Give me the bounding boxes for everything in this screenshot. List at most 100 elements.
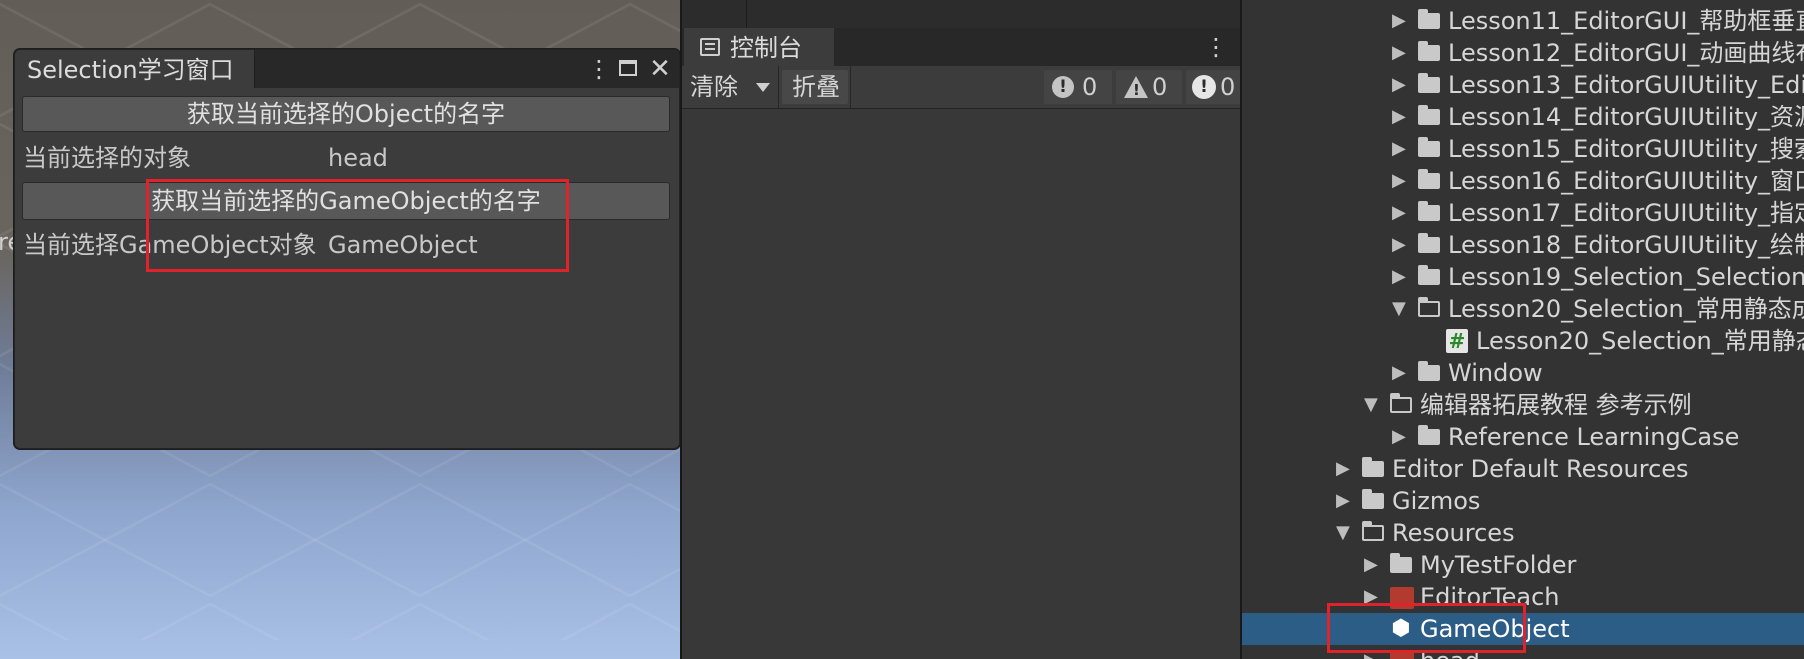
project-tree-item-label: Lesson20_Selection_常用静态成员 [1476,327,1804,355]
project-tree-item[interactable]: ▶ MyTestFolder [1242,549,1804,581]
maximize-icon[interactable] [619,60,637,76]
project-tree-item[interactable]: ▼ 编辑器拓展教程 参考示例 [1242,389,1804,421]
project-tree-item[interactable]: ▶ Lesson16_EditorGUIUtility_窗口事件传 [1242,165,1804,197]
project-tree-item[interactable]: ▶ head [1242,645,1804,659]
collapse-button[interactable]: 折叠 [792,66,840,108]
console-icon [700,38,720,56]
project-tree-item-label: head [1420,645,1480,659]
project-tree-item-label: Resources [1392,519,1515,547]
project-tree-item-label: Lesson14_EditorGUIUtility_资源加载 [1448,103,1804,131]
project-tree-item-label: Lesson12_EditorGUI_动画曲线布局 [1448,39,1804,67]
project-tree-item[interactable]: ▶ Lesson13_EditorGUIUtility_EditorGU [1242,69,1804,101]
project-tree-item-label: Lesson17_EditorGUIUtility_指定区域使 [1448,199,1804,227]
folder-icon [1418,233,1440,253]
folder-icon [1418,41,1440,61]
console-tab-label: 控制台 [730,34,802,62]
window-title: Selection学习窗口 [27,56,234,84]
project-tree-item[interactable]: ⬢ GameObject [1242,613,1804,645]
clear-button[interactable]: 清除 [690,66,738,108]
folder-icon [1418,425,1440,445]
window-titlebar[interactable]: Selection学习窗口 ⋮ ✕ [15,50,679,88]
folder-icon [1418,9,1440,29]
divider [850,66,851,108]
folder-icon [1362,489,1384,509]
kebab-menu-icon[interactable]: ⋮ [1202,28,1230,66]
project-tree-item[interactable]: ▶ Lesson17_EditorGUIUtility_指定区域使 [1242,197,1804,229]
project-tree-item[interactable]: ▶ Lesson11_EditorGUI_帮助框垂直间隔 [1242,5,1804,37]
collapse-arrow-icon[interactable]: ▼ [1336,517,1350,549]
project-tree-item[interactable]: ▶ Lesson19_Selection_Selection是什么 [1242,261,1804,293]
expand-arrow-icon[interactable]: ▶ [1392,5,1406,37]
clear-options-dropdown-icon[interactable] [756,83,770,92]
selected-object-value: head [328,144,388,172]
folder-icon [1418,105,1440,125]
project-tree-item[interactable]: ▶ Editor Default Resources [1242,453,1804,485]
project-tree-item-label: Window [1448,359,1543,387]
error-icon: ! [1192,75,1216,99]
expand-arrow-icon[interactable]: ▶ [1392,133,1406,165]
selection-window[interactable]: Selection学习窗口 ⋮ ✕ 获取当前选择的Object的名字 当前选择的… [14,49,680,449]
console-toolbar: 清除 折叠 ! 0 ! 0 ! 0 [682,66,1242,109]
expand-arrow-icon[interactable]: ▶ [1392,165,1406,197]
expand-arrow-icon[interactable]: ▶ [1392,69,1406,101]
project-tree-item[interactable]: ▶ Reference LearningCase [1242,421,1804,453]
folder-icon [1362,457,1384,477]
folder-icon [1418,137,1440,157]
expand-arrow-icon[interactable]: ▶ [1392,357,1406,389]
console-tabbar: 控制台 ⋮ [682,28,1242,66]
console-panel[interactable]: 控制台 ⋮ 清除 折叠 ! 0 ! 0 ! 0 [680,0,1242,659]
expand-arrow-icon[interactable]: ▶ [1392,197,1406,229]
open-folder-icon [1418,297,1440,317]
project-tree-item[interactable]: ▶ Lesson12_EditorGUI_动画曲线布局 [1242,37,1804,69]
expand-arrow-icon[interactable]: ▶ [1336,485,1350,517]
folder-icon [1418,169,1440,189]
project-tree-item[interactable]: # Lesson20_Selection_常用静态成员 [1242,325,1804,357]
kebab-menu-icon[interactable]: ⋮ [585,50,613,88]
info-icon: ! [1052,76,1074,98]
console-top-strip [682,0,1242,29]
project-tree-item[interactable]: ▼ Resources [1242,517,1804,549]
folder-icon [1390,553,1412,573]
project-tree-item[interactable]: ▶ Lesson15_EditorGUIUtility_搜索框查论 [1242,133,1804,165]
expand-arrow-icon[interactable]: ▶ [1336,453,1350,485]
window-tab[interactable]: Selection学习窗口 [15,50,255,88]
project-tree-item-label: Lesson11_EditorGUI_帮助框垂直间隔 [1448,7,1804,35]
expand-arrow-icon[interactable]: ▶ [1392,37,1406,69]
divider [746,0,747,28]
project-tree-item[interactable]: ▶ Lesson14_EditorGUIUtility_资源加载 [1242,101,1804,133]
info-count: 0 [1082,73,1098,101]
project-tree-item[interactable]: ▶ Gizmos [1242,485,1804,517]
collapse-arrow-icon[interactable]: ▼ [1364,389,1378,421]
asset-icon [1390,587,1414,609]
selected-gameobject-value: GameObject [328,231,478,259]
expand-arrow-icon[interactable]: ▶ [1364,645,1378,659]
project-tree-item-label: EditorTeach [1420,583,1560,611]
get-gameobject-name-button[interactable]: 获取当前选择的GameObject的名字 [22,182,670,220]
csharp-script-icon: # [1446,329,1468,353]
selected-gameobject-label: 当前选择GameObject对象 [23,231,317,259]
close-icon[interactable]: ✕ [645,50,675,88]
expand-arrow-icon[interactable]: ▶ [1392,261,1406,293]
expand-arrow-icon[interactable]: ▶ [1392,101,1406,133]
project-tree-item-label: GameObject [1420,615,1570,643]
expand-arrow-icon[interactable]: ▶ [1392,229,1406,261]
expand-arrow-icon[interactable]: ▶ [1364,581,1378,613]
asset-icon [1390,651,1414,659]
divider [778,66,779,108]
project-tree-item[interactable]: ▶ EditorTeach [1242,581,1804,613]
get-object-name-button[interactable]: 获取当前选择的Object的名字 [22,96,670,132]
open-folder-icon [1390,393,1412,413]
collapse-arrow-icon[interactable]: ▼ [1392,293,1406,325]
project-tree-item[interactable]: ▼ Lesson20_Selection_常用静态成员 [1242,293,1804,325]
project-tree-item-label: Editor Default Resources [1392,455,1689,483]
expand-arrow-icon[interactable]: ▶ [1364,549,1378,581]
project-tree-item-label: Gizmos [1392,487,1481,515]
folder-icon [1418,265,1440,285]
project-tree-item-label: 编辑器拓展教程 参考示例 [1420,391,1692,419]
expand-arrow-icon[interactable]: ▶ [1392,421,1406,453]
tab-console[interactable]: 控制台 [684,28,834,66]
project-tree-item[interactable]: ▶ Window [1242,357,1804,389]
project-tree-item[interactable]: ▶ Lesson18_EditorGUIUtility_绘制色板纟 [1242,229,1804,261]
warning-icon-mark: ! [1133,81,1140,99]
project-panel[interactable]: ▶ Lesson11_EditorGUI_帮助框垂直间隔 ▶ Lesson12_Edi… [1240,0,1804,659]
